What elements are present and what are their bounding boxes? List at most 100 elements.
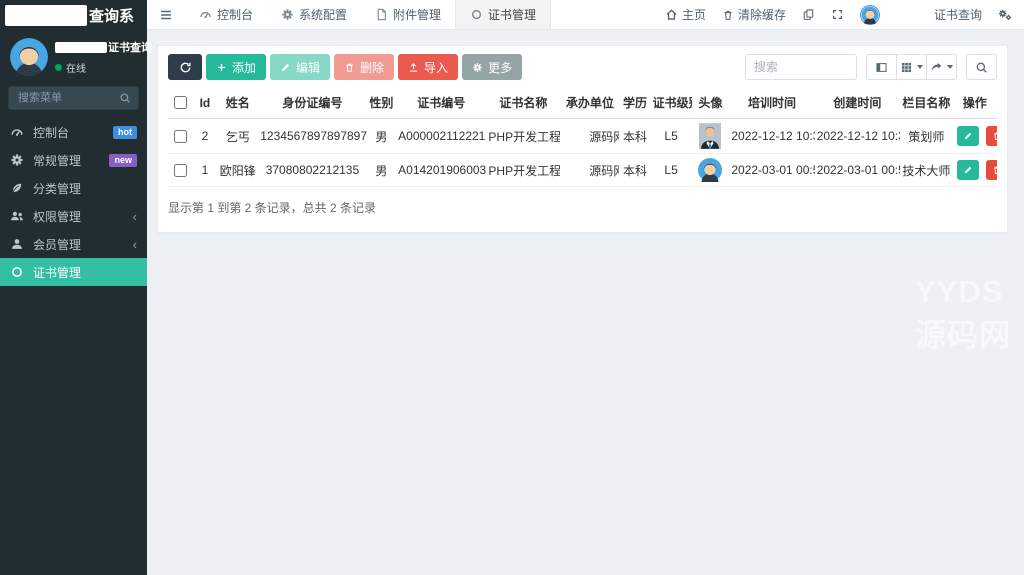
redaction-organizer: [562, 165, 588, 177]
row-checkbox[interactable]: [174, 130, 187, 143]
user-icon: [10, 237, 25, 252]
boy-avatar-icon: [698, 158, 722, 182]
circle-icon: [10, 265, 25, 280]
grid-icon: [900, 61, 913, 74]
col-header-gender: 性别: [367, 89, 397, 119]
main-content: YYDS源码网 添加 编辑 删除 导入: [147, 30, 1024, 575]
cogs-icon: [10, 153, 25, 168]
row-checkbox[interactable]: [174, 164, 187, 177]
pencil-icon: [963, 165, 973, 175]
columns-button[interactable]: [896, 54, 927, 80]
col-header-idcard: 身份证编号: [258, 89, 366, 119]
gauge-icon: [199, 8, 212, 21]
leaf-icon: [10, 181, 25, 196]
sidebar-toggle-button[interactable]: [147, 0, 185, 29]
fullscreen-button[interactable]: [831, 8, 844, 21]
col-header-createtime: 创建时间: [815, 89, 900, 119]
col-header-avatar: 头像: [692, 89, 730, 119]
search-icon: [975, 61, 988, 74]
caret-down-icon: [917, 65, 923, 69]
pagination-summary: 显示第 1 到第 2 条记录，总共 2 条记录: [168, 199, 997, 216]
certificate-table-card: 添加 编辑 删除 导入 更多: [157, 45, 1008, 233]
plus-icon: [216, 62, 227, 73]
topbar-right: 主页 清除缓存 证书查询: [665, 0, 1024, 29]
col-header-actions: 操作: [953, 89, 997, 119]
photo-avatar: [699, 123, 721, 149]
watermark: YYDS源码网: [915, 274, 1024, 355]
table-row: 2 乞丐 1234567897897897987897979 男 A000002…: [168, 119, 997, 154]
app-logo-text: 查询系: [89, 5, 134, 26]
refresh-icon: [179, 61, 192, 74]
trash-icon: [992, 131, 997, 141]
app-logo: 查询系: [0, 0, 147, 30]
redaction-logo: [5, 5, 87, 26]
chevron-left-icon: ‹: [133, 210, 137, 223]
circle-icon: [470, 8, 483, 21]
copy-icon: [802, 8, 815, 21]
fullscreen-icon: [831, 8, 844, 21]
sidebar-item-permissions[interactable]: 权限管理 ‹: [0, 202, 147, 230]
gear-icon: [472, 62, 483, 73]
boy-avatar-icon: [860, 5, 880, 25]
edit-row-button[interactable]: [957, 160, 979, 180]
col-header-id: Id: [193, 89, 218, 119]
col-header-certname: 证书名称: [486, 89, 560, 119]
export-button[interactable]: [926, 54, 957, 80]
tab-certificates[interactable]: 证书管理: [455, 0, 551, 29]
pagination-toggle-button[interactable]: [866, 54, 897, 80]
edit-row-button[interactable]: [957, 126, 979, 146]
sidebar-item-dashboard[interactable]: 控制台 hot: [0, 118, 147, 146]
more-button[interactable]: 更多: [462, 54, 522, 80]
table-header-row: Id 姓名 身份证编号 性别 证书编号 证书名称 承办单位 学历 证书级别 头像…: [168, 89, 997, 119]
sidebar-item-general[interactable]: 常规管理 new: [0, 146, 147, 174]
col-header-level: 证书级别: [651, 89, 692, 119]
upload-icon: [408, 62, 419, 73]
hot-badge: hot: [113, 126, 137, 139]
table-row: 1 欧阳锋 37080802212135 男 A014201906003235 …: [168, 154, 997, 187]
boy-avatar-icon: [10, 38, 48, 76]
delete-row-button[interactable]: [986, 160, 997, 180]
gauge-icon: [10, 125, 25, 140]
sidebar-menu: 控制台 hot 常规管理 new 分类管理 权限管理 ‹: [0, 118, 147, 286]
import-button[interactable]: 导入: [398, 54, 458, 80]
view-buttons: [866, 54, 957, 80]
gear-icon: [281, 8, 294, 21]
select-all-checkbox[interactable]: [174, 96, 187, 109]
col-header-traintime: 培训时间: [729, 89, 814, 119]
online-dot-icon: [55, 64, 62, 71]
chevron-left-icon: ‹: [133, 238, 137, 251]
home-link[interactable]: 主页: [665, 6, 706, 23]
search-button[interactable]: [966, 54, 997, 80]
pencil-icon: [280, 62, 291, 73]
edit-button[interactable]: 编辑: [270, 54, 330, 80]
delete-row-button[interactable]: [986, 126, 997, 146]
col-header-certno: 证书编号: [396, 89, 486, 119]
add-button[interactable]: 添加: [206, 54, 266, 80]
tab-attachments[interactable]: 附件管理: [361, 0, 455, 29]
col-header-education: 学历: [619, 89, 650, 119]
search-icon[interactable]: [119, 92, 131, 104]
tab-dashboard[interactable]: 控制台: [185, 0, 267, 29]
users-icon: [10, 209, 25, 224]
cogs-icon: [998, 8, 1012, 21]
user-meta: 证书查询 在线: [55, 38, 139, 76]
delete-button[interactable]: 删除: [334, 54, 394, 80]
topbar-avatar[interactable]: [860, 5, 880, 25]
clear-cache-button[interactable]: 清除缓存: [722, 6, 786, 23]
tab-system-config[interactable]: 系统配置: [267, 0, 361, 29]
pencil-icon: [963, 131, 973, 141]
sidebar-item-category[interactable]: 分类管理: [0, 174, 147, 202]
topbar: 控制台 系统配置 附件管理 证书管理 主页 清除缓存: [147, 0, 1024, 30]
cert-query-link[interactable]: 证书查询: [934, 6, 982, 23]
sidebar-search-input[interactable]: [16, 91, 119, 105]
copy-button[interactable]: [802, 8, 815, 21]
user-status: 在线: [55, 60, 139, 75]
sidebar-item-certificates[interactable]: 证书管理: [0, 258, 147, 286]
table-search-input[interactable]: [745, 54, 857, 80]
refresh-button[interactable]: [168, 54, 202, 80]
sidebar-item-members[interactable]: 会员管理 ‹: [0, 230, 147, 258]
settings-button[interactable]: [998, 8, 1012, 21]
panel-icon: [875, 61, 888, 74]
col-header-name: 姓名: [217, 89, 258, 119]
redaction-username: [55, 42, 107, 53]
